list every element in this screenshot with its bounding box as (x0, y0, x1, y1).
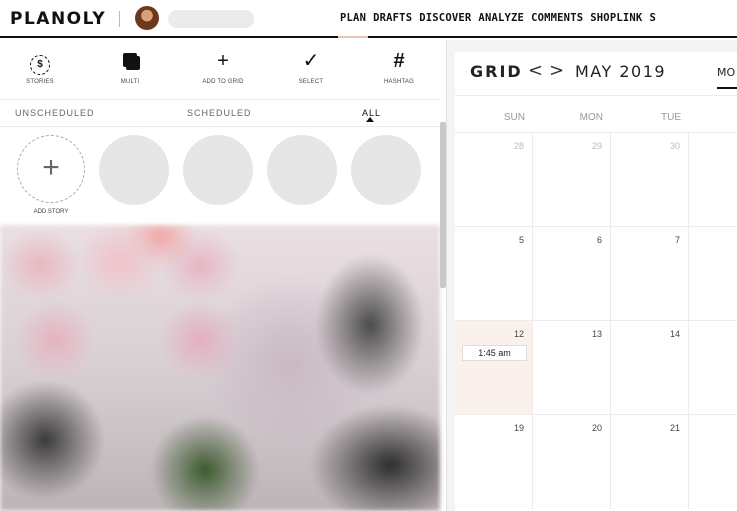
calendar-week-row: 19 20 21 (455, 414, 737, 509)
tab-unscheduled[interactable]: UNSCHEDULED (15, 108, 95, 118)
stories-button[interactable]: $ STORIES (0, 50, 80, 85)
scrollbar[interactable] (440, 122, 446, 288)
calendar-day[interactable] (689, 415, 737, 509)
calendar-day[interactable]: 28 (455, 133, 533, 227)
prev-month-icon[interactable]: < (528, 60, 543, 81)
calendar-day[interactable] (689, 133, 737, 227)
nav-plan[interactable]: PLAN (337, 12, 369, 38)
calendar-week-row: 5 6 7 (455, 226, 737, 321)
stories-label: STORIES (26, 79, 54, 85)
nav-comments[interactable]: COMMENTS (531, 12, 583, 24)
left-panel: $ STORIES MULTI + ADD TO GRID ✓ SELECT #… (0, 40, 447, 511)
multi-icon (90, 50, 170, 72)
avatar[interactable] (135, 6, 159, 30)
calendar-day[interactable]: 30 (611, 133, 689, 227)
calendar: GRID < > MAY 2019 MO SUN MON TUE W 28 29… (455, 52, 737, 511)
stories-row: + ADD STORY (0, 127, 440, 225)
story-placeholder[interactable] (351, 135, 421, 205)
calendar-day[interactable]: 7 (611, 227, 689, 321)
hashtag-button[interactable]: # HASHTAG (359, 50, 439, 85)
grid-photo-preview[interactable] (0, 225, 440, 511)
month-title: MAY 2019 (575, 62, 667, 81)
next-month-icon[interactable]: > (549, 60, 564, 81)
weekday-header: TUE (661, 112, 681, 123)
hashtag-label: HASHTAG (384, 79, 414, 85)
nav-shoplink[interactable]: SHOPLINK (590, 12, 642, 24)
calendar-day[interactable]: 19 (455, 415, 533, 509)
active-tab-caret-icon (366, 117, 374, 122)
calendar-week-row: 12 1:45 am 13 14 (455, 320, 737, 415)
calendar-week-row: 28 29 30 (455, 132, 737, 227)
plus-icon: + (217, 50, 229, 72)
nav-analyze[interactable]: ANALYZE (478, 12, 524, 24)
add-story-button[interactable]: + (17, 135, 85, 203)
story-placeholder[interactable] (99, 135, 169, 205)
weekday-header: W (689, 112, 737, 123)
nav-discover[interactable]: DISCOVER (419, 12, 471, 24)
tab-scheduled[interactable]: SCHEDULED (187, 108, 252, 118)
calendar-day-today[interactable]: 12 1:45 am (455, 321, 533, 415)
weekday-header: SUN (503, 112, 525, 123)
view-mode-tab[interactable]: MO (717, 66, 737, 89)
add-to-grid-label: ADD TO GRID (202, 79, 244, 85)
grid-label: GRID (470, 62, 523, 81)
calendar-panel: GRID < > MAY 2019 MO SUN MON TUE W 28 29… (447, 40, 737, 511)
calendar-day[interactable]: 13 (533, 321, 611, 415)
story-placeholder[interactable] (183, 135, 253, 205)
filter-tabs: UNSCHEDULED SCHEDULED ALL (0, 100, 440, 127)
multi-label: MULTI (120, 79, 140, 85)
calendar-day[interactable]: 20 (533, 415, 611, 509)
account-name[interactable] (168, 10, 254, 28)
calendar-day[interactable]: 14 (611, 321, 689, 415)
nav-drafts[interactable]: DRAFTS (373, 12, 412, 24)
top-bar: PLANOLY PLAN DRAFTS DISCOVER ANALYZE COM… (0, 0, 737, 38)
main-nav: PLAN DRAFTS DISCOVER ANALYZE COMMENTS SH… (337, 12, 656, 38)
weekday-header: MON (579, 112, 603, 123)
nav-more[interactable]: S (649, 12, 656, 24)
multi-button[interactable]: MULTI (90, 50, 170, 85)
calendar-header: GRID < > MAY 2019 MO (455, 52, 737, 96)
hashtag-icon: # (393, 50, 405, 72)
scheduled-time-chip[interactable]: 1:45 am (462, 345, 527, 361)
select-button[interactable]: ✓ SELECT (271, 50, 351, 85)
add-to-grid-button[interactable]: + ADD TO GRID (183, 50, 263, 85)
checkmark-icon: ✓ (302, 50, 320, 72)
divider (119, 11, 120, 27)
calendar-day[interactable]: 21 (611, 415, 689, 509)
calendar-day[interactable] (689, 321, 737, 415)
calendar-day[interactable] (689, 227, 737, 321)
stories-icon: $ (0, 50, 80, 75)
toolbar: $ STORIES MULTI + ADD TO GRID ✓ SELECT #… (0, 40, 440, 100)
calendar-day[interactable]: 29 (533, 133, 611, 227)
planoly-logo[interactable]: PLANOLY (10, 9, 106, 29)
select-label: SELECT (298, 79, 324, 85)
story-placeholder[interactable] (267, 135, 337, 205)
add-story-label: ADD STORY (33, 209, 69, 215)
calendar-day[interactable]: 6 (533, 227, 611, 321)
calendar-day[interactable]: 5 (455, 227, 533, 321)
